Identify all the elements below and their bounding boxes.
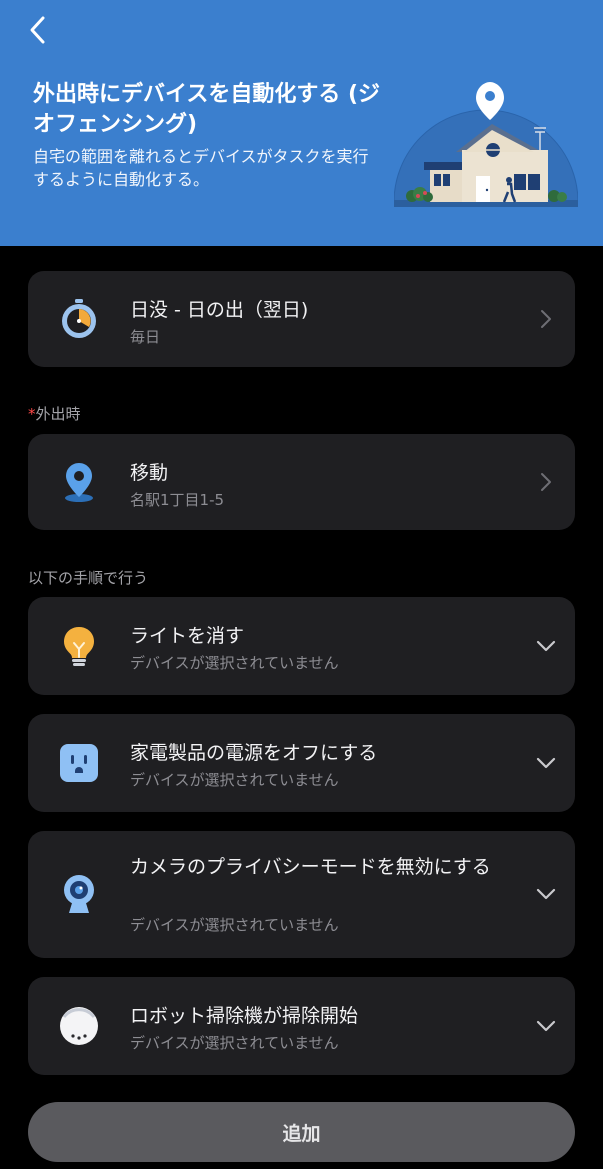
leave-section-label: *外出時 [28, 403, 81, 424]
action-card-appliances-off[interactable]: 家電製品の電源をオフにする デバイスが選択されていません [28, 714, 575, 812]
leave-section-text: 外出時 [35, 405, 81, 423]
location-card[interactable]: 移動 名駅1丁目1-5 [28, 434, 575, 530]
chevron-down-icon[interactable] [535, 883, 557, 905]
schedule-title: 日没 - 日の出（翌日) [130, 299, 309, 321]
schedule-card[interactable]: 日没 - 日の出（翌日) 毎日 [28, 271, 575, 367]
chevron-right-icon [541, 310, 551, 328]
steps-section-label: 以下の手順で行う [28, 569, 149, 587]
house-geofence-illustration [394, 82, 578, 207]
add-button[interactable]: 追加 [28, 1102, 575, 1162]
location-pin-icon [58, 461, 100, 503]
action-status: デバイスが選択されていません [130, 916, 339, 934]
action-status: デバイスが選択されていません [130, 1034, 339, 1052]
chevron-down-icon[interactable] [535, 752, 557, 774]
robot-vacuum-icon [58, 1005, 100, 1047]
power-outlet-icon [58, 742, 100, 784]
camera-icon [58, 873, 100, 915]
timer-icon [58, 298, 100, 340]
required-mark: * [28, 405, 36, 423]
action-card-robot-vacuum[interactable]: ロボット掃除機が掃除開始 デバイスが選択されていません [28, 977, 575, 1075]
location-title: 移動 [130, 462, 169, 484]
back-button[interactable] [20, 12, 56, 48]
action-title: 家電製品の電源をオフにする [130, 742, 378, 764]
action-title: ライトを消す [130, 625, 245, 647]
action-title: カメラのプライバシーモードを無効にする [130, 856, 491, 878]
schedule-subtitle: 毎日 [130, 328, 161, 346]
page-title: 外出時にデバイスを自動化する (ジオフェンシング) [33, 82, 381, 137]
lightbulb-icon [58, 625, 100, 667]
action-status: デバイスが選択されていません [130, 654, 339, 672]
action-card-lights-off[interactable]: ライトを消す デバイスが選択されていません [28, 597, 575, 695]
header-banner: 外出時にデバイスを自動化する (ジオフェンシング) 自宅の範囲を離れるとデバイス… [0, 0, 603, 246]
chevron-down-icon[interactable] [535, 1015, 557, 1037]
chevron-right-icon [541, 473, 551, 491]
action-title: ロボット掃除機が掃除開始 [130, 1005, 359, 1027]
action-card-camera-privacy[interactable]: カメラのプライバシーモードを無効にする デバイスが選択されていません [28, 831, 575, 958]
location-address: 名駅1丁目1-5 [130, 491, 225, 509]
page-description: 自宅の範囲を離れるとデバイスがタスクを実行するように自動化する。 [33, 147, 369, 189]
chevron-left-icon [30, 16, 45, 44]
action-status: デバイスが選択されていません [130, 771, 339, 789]
chevron-down-icon[interactable] [535, 635, 557, 657]
